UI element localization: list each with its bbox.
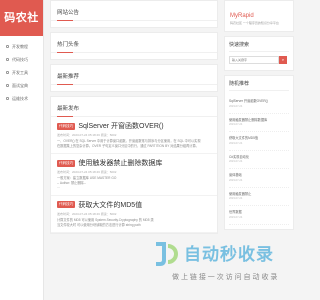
server-icon [6, 97, 9, 100]
latest-panel: 最新发布 代码技巧 SqlServer 开窗函数OVER() 发布时间：2023… [50, 96, 218, 235]
search-input[interactable] [229, 56, 279, 64]
notice-title: 网站公告 [51, 1, 217, 21]
recommend-item[interactable]: 窗体基础 2023-07-24 [229, 169, 289, 188]
sidebar-item-label: 开发工具 [12, 69, 28, 75]
recommend-item-title: 使用触发器禁止 [229, 191, 252, 196]
hot-body [51, 53, 217, 59]
site-name[interactable]: MyRapid [230, 13, 288, 19]
title-underline [57, 20, 73, 21]
recommend-item-title: 获取大文件的MD5值 [229, 136, 259, 140]
hot-panel: 热门头条 [50, 32, 218, 60]
article-excerpt: 一般方案：建立数据库 USE MASTER GO -- Author: 禁止删除… [57, 176, 211, 190]
newest-body [51, 85, 217, 91]
article-meta: 发布时间：2023-07-24 05:18:46 阅读：5002 [57, 211, 117, 216]
excerpt-line: 当文件较大时 可以使用分块读取的方法进行计算 string path [57, 222, 141, 227]
recommend-item-title: SqlServer 开窗函数OVER() [229, 99, 268, 103]
watermark-title: 自动秒收录 [184, 245, 274, 264]
recommend-item-date: 2023-07-24 [229, 123, 243, 126]
recommend-item-date: 2023-07-24 [229, 104, 243, 108]
sidebar-item-label: 运维技术 [12, 95, 28, 101]
folder-icon [6, 45, 9, 48]
recommend-item-title: 世界数据 [229, 210, 242, 214]
watermark: 自动秒收录 做 上 链 接 一 次 访 问 自 动 收 录 [152, 240, 292, 290]
sidebar-item-interview[interactable]: 面试宝典 [0, 79, 43, 92]
title-underline [57, 84, 73, 85]
notice-panel: 网站公告 [50, 0, 218, 28]
recommend-item-title: C#实现自动化 [229, 154, 250, 159]
title-underline [57, 52, 73, 53]
article-meta: 发布时间：2023-07-24 05:18:46 阅读：5002 [57, 133, 117, 137]
recommend-item-date: 2023-07-24 [229, 197, 243, 200]
article-title-link[interactable]: 获取大文件的MD5值 [78, 200, 142, 210]
site-subtitle: 码农社区 一个程序员的知识分享平台 [230, 21, 279, 25]
hot-title-text: 热门头条 [57, 42, 80, 48]
newest-panel: 最新推荐 [50, 64, 218, 92]
newest-title: 最新推荐 [51, 65, 217, 85]
sidebar-item-label: 面试宝典 [12, 82, 28, 88]
recommend-box: 随机推荐 SqlServer 开窗函数OVER() 2023-07-24 使用触发… [224, 75, 294, 230]
tool-icon [6, 71, 9, 74]
notice-title-text: 网站公告 [57, 10, 80, 16]
article-title-link[interactable]: SqlServer 开窗函数OVER() [78, 121, 163, 131]
recommend-item-title: 窗体基础 [229, 173, 242, 177]
recommend-item[interactable]: 使用触发器禁止删除数据库 2023-07-24 [229, 114, 289, 132]
excerpt-line: 在数据集上的复杂计算。OVER 子句定义窗口分区中的行，通过 PARTITION… [57, 143, 199, 148]
excerpt-line: 一、OVER() 在 SQL Server 中用于计算窗口函数。开窗函数常与排序… [57, 139, 201, 143]
sidebar-item-label: 开发教程 [12, 43, 28, 49]
newest-title-text: 最新推荐 [57, 74, 80, 80]
latest-title-text: 最新发布 [57, 106, 80, 112]
article-meta: 发布时间：2023-07-24 05:18:46 阅读：5002 [57, 170, 117, 175]
article-excerpt: 一、OVER() 在 SQL Server 中用于计算窗口函数。开窗函数常与排序… [57, 139, 211, 148]
book-icon [6, 84, 9, 87]
search-button[interactable]: ⌕ [279, 56, 287, 64]
recommend-item[interactable]: SqlServer 开窗函数OVER() 2023-07-24 [229, 95, 289, 114]
notice-body [51, 21, 217, 27]
article-head: 代码技巧 SqlServer 开窗函数OVER() [57, 121, 211, 131]
code-icon [6, 58, 9, 61]
category-badge[interactable]: 代码技巧 [57, 159, 76, 167]
sidebar-item-label: 代码技巧 [12, 56, 28, 62]
sidebar-item-ops[interactable]: 运维技术 [0, 92, 43, 105]
search-icon: ⌕ [281, 57, 285, 62]
recommend-item[interactable]: C#实现自动化 2023-07-24 [229, 151, 289, 169]
recommend-item[interactable]: 世界数据 2023-07-24 [229, 206, 289, 225]
watermark-logo-icon [156, 242, 178, 266]
watermark-subtitle: 做 上 链 接 一 次 访 问 自 动 收 录 [172, 274, 278, 281]
recommend-item-title: 使用触发器禁止删除数据库 [229, 117, 268, 122]
sidebar-nav: 开发教程 代码技巧 开发工具 面试宝典 运维技术 [0, 36, 43, 105]
excerpt-line: ... [57, 185, 60, 190]
search-title: 快速搜索 [229, 41, 289, 52]
title-underline [57, 116, 73, 117]
recommend-item-date: 2023-07-24 [229, 141, 243, 145]
article-item: 代码技巧 使用触发器禁止删除数据库 发布时间：2023-07-24 05:18:… [51, 154, 217, 196]
category-badge[interactable]: 代码技巧 [57, 201, 76, 209]
search-row: ⌕ [229, 56, 289, 64]
recommend-item-date: 2023-07-24 [229, 160, 243, 163]
recommend-item-date: 2023-07-24 [229, 215, 243, 219]
recommend-item[interactable]: 使用触发器禁止 2023-07-24 [229, 188, 289, 206]
recommend-item[interactable]: 获取大文件的MD5值 2023-07-24 [229, 132, 289, 151]
hot-title: 热门头条 [51, 33, 217, 53]
article-item: 代码技巧 SqlServer 开窗函数OVER() 发布时间：2023-07-2… [51, 117, 217, 155]
latest-title: 最新发布 [51, 97, 217, 117]
search-box: 快速搜索 ⌕ [224, 36, 294, 71]
sidebar: 码农社区 开发教程 代码技巧 开发工具 面试宝典 运维技术 [0, 0, 44, 300]
article-head: 代码技巧 获取大文件的MD5值 [57, 200, 211, 210]
recommend-item-date: 2023-07-24 [229, 178, 243, 182]
article-title-link[interactable]: 使用触发器禁止删除数据库 [78, 158, 162, 168]
recommend-title: 随机推荐 [229, 80, 289, 91]
article-excerpt: 计算文件的 MD5 可以使用 System.Security.Cryptogra… [57, 218, 211, 227]
category-badge[interactable]: 代码技巧 [57, 122, 76, 130]
article-head: 代码技巧 使用触发器禁止删除数据库 [57, 158, 211, 168]
article-item: 代码技巧 获取大文件的MD5值 发布时间：2023-07-24 05:18:46… [51, 196, 217, 234]
site-logo[interactable]: 码农社区 [0, 0, 43, 60]
site-info-box: MyRapid 码农社区 一个程序员的知识分享平台 [224, 0, 294, 32]
